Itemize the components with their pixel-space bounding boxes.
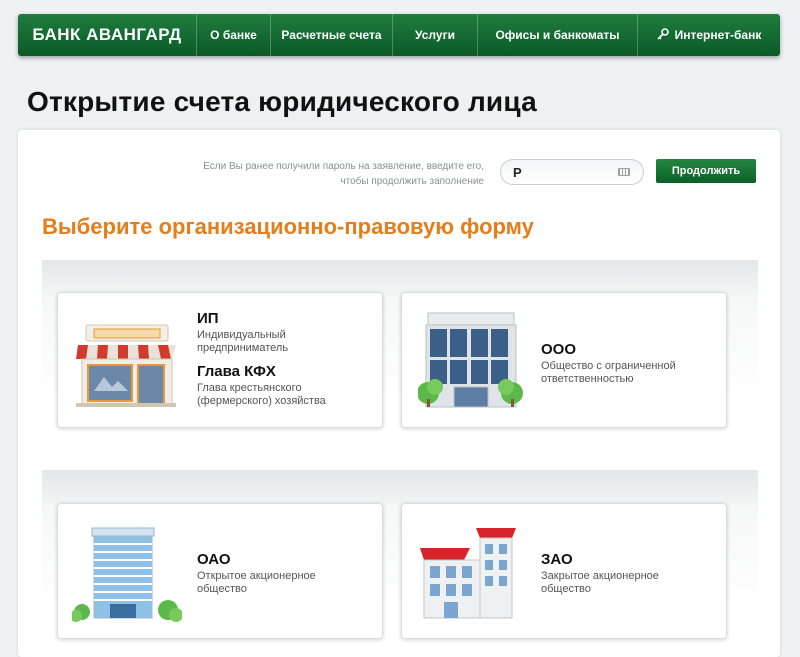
office-building-icon [417, 309, 524, 414]
password-hint: Если Вы ранее получили пароль на заявлен… [124, 159, 484, 189]
form-card-ip[interactable]: ИП Индивидуальный предприниматель Глава … [57, 292, 383, 428]
key-icon [657, 27, 669, 43]
house-building-icon [416, 520, 524, 627]
form-description: Открытое акционерное общество [197, 570, 316, 595]
section-title: Выберите организационно-правовую форму [42, 214, 534, 239]
form-description: Закрытое акционерное общество [541, 570, 659, 595]
continue-button[interactable]: Продолжить [656, 159, 756, 183]
keyboard-icon[interactable] [618, 168, 630, 176]
nav-item-services[interactable]: Услуги [393, 14, 478, 56]
top-navigation: БАНК АВАНГАРД О банке Расчетные счета Ус… [18, 14, 780, 56]
form-title-secondary: Глава КФХ [197, 363, 276, 380]
main-panel: Если Вы ранее получили пароль на заявлен… [18, 130, 780, 657]
nav-item-internet-bank[interactable]: Интернет-банк [638, 14, 780, 56]
form-description: Общество с ограниченной ответственностью [541, 360, 676, 385]
bank-logo[interactable]: БАНК АВАНГАРД [18, 14, 197, 56]
form-card-zao[interactable]: ЗАО Закрытое акционерное общество [401, 503, 727, 639]
form-description-secondary: Глава крестьянского (фермерского) хозяйс… [197, 382, 326, 407]
form-card-oao[interactable]: ОАО Открытое акционерное общество [57, 503, 383, 639]
password-hint-line-1: Если Вы ранее получили пароль на заявлен… [203, 161, 484, 172]
form-title: ООО [541, 341, 577, 358]
form-description: Индивидуальный предприниматель [197, 329, 289, 354]
skyscraper-icon [70, 520, 183, 627]
nav-item-about[interactable]: О банке [197, 14, 271, 56]
password-hint-line-2: чтобы продолжить заполнение [340, 176, 484, 187]
form-card-ooo[interactable]: ООО Общество с ограниченной ответственно… [401, 292, 727, 428]
shop-icon [74, 311, 178, 414]
page-title: Открытие счета юридического лица [27, 86, 537, 117]
form-title: ЗАО [541, 551, 573, 568]
nav-item-accounts[interactable]: Расчетные счета [271, 14, 393, 56]
form-title: ОАО [197, 551, 231, 568]
internet-bank-label: Интернет-банк [674, 28, 762, 42]
nav-item-offices[interactable]: Офисы и банкоматы [478, 14, 638, 56]
form-title: ИП [197, 310, 219, 327]
